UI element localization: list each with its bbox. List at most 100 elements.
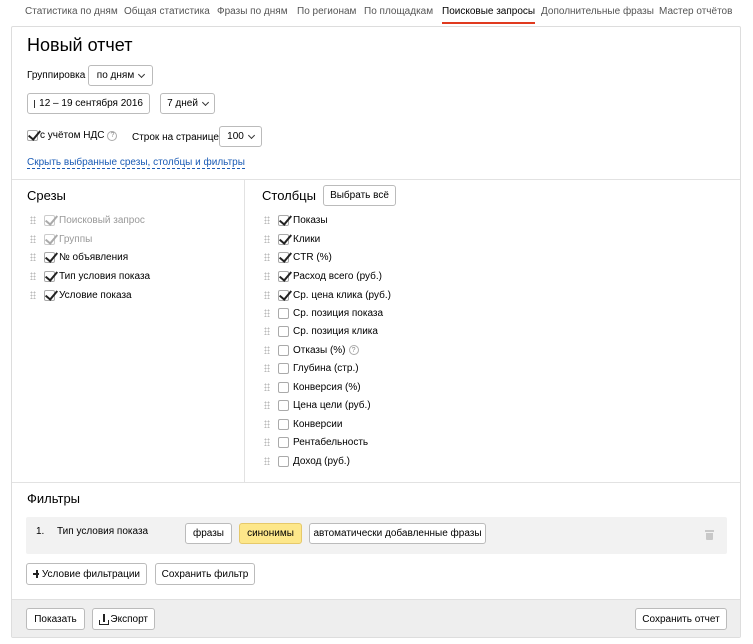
slice-checkbox[interactable]	[44, 270, 55, 282]
rows-per-page-select[interactable]: 100	[219, 126, 262, 147]
period-select[interactable]: 7 дней	[160, 93, 215, 114]
column-checkbox[interactable]	[278, 233, 289, 245]
column-label: Рентабельность	[293, 436, 369, 448]
calendar-icon	[34, 99, 36, 108]
drag-handle-icon[interactable]	[264, 309, 270, 317]
export-button[interactable]: Экспорт	[92, 608, 155, 630]
column-checkbox[interactable]	[278, 270, 289, 282]
filter-row: 1. Тип условия показа фразы синонимы авт…	[26, 517, 727, 554]
column-item[interactable]: Глубина (стр.)	[264, 361, 359, 375]
filter-option-phrases[interactable]: фразы	[185, 523, 232, 544]
column-checkbox[interactable]	[278, 362, 289, 374]
column-item[interactable]: Клики	[264, 232, 320, 246]
save-filter-button[interactable]: Сохранить фильтр	[155, 563, 255, 585]
drag-handle-icon[interactable]	[264, 346, 270, 354]
tab-additional-phrases[interactable]: Дополнительные фразы	[541, 6, 654, 24]
column-item[interactable]: Рентабельность	[264, 435, 368, 449]
drag-handle-icon[interactable]	[264, 235, 270, 243]
column-item[interactable]: CTR (%)	[264, 250, 332, 264]
filters-title: Фильтры	[27, 491, 81, 506]
slice-item[interactable]: Условие показа	[30, 288, 132, 302]
column-item[interactable]: Показы	[264, 213, 328, 227]
drag-handle-icon[interactable]	[264, 327, 270, 335]
vat-option[interactable]: с учётом НДС ?	[27, 130, 118, 141]
grouping-select[interactable]: по дням	[88, 65, 153, 86]
filter-option-auto-phrases[interactable]: автоматически добавленные фразы	[309, 523, 486, 544]
report-tabs: Статистика по дням Общая статистика Фраз…	[0, 0, 753, 26]
vat-checkbox[interactable]	[27, 130, 38, 141]
chevron-down-icon	[201, 98, 209, 106]
column-item[interactable]: Ср. цена клика (руб.)	[264, 288, 391, 302]
column-item[interactable]: Отказы (%)?	[264, 343, 359, 357]
column-checkbox[interactable]	[278, 418, 289, 430]
column-item[interactable]: Конверсии	[264, 417, 342, 431]
select-all-button[interactable]: Выбрать всё	[323, 185, 396, 206]
tab-report-wizard[interactable]: Мастер отчётов	[659, 6, 732, 24]
column-checkbox[interactable]	[278, 381, 289, 393]
tab-search-queries[interactable]: Поисковые запросы	[442, 6, 536, 24]
drag-handle-icon[interactable]	[264, 383, 270, 391]
report-footer: Показать Экспорт Сохранить отчет	[12, 599, 740, 637]
column-checkbox[interactable]	[278, 436, 289, 448]
tab-general-stats[interactable]: Общая статистика	[124, 6, 210, 24]
tab-phrases-by-day[interactable]: Фразы по дням	[217, 6, 288, 24]
column-label: Показы	[293, 214, 328, 226]
date-range-picker[interactable]: 12 – 19 сентября 2016	[27, 93, 150, 114]
tab-by-sites[interactable]: По площадкам	[364, 6, 433, 24]
column-item[interactable]: Доход (руб.)	[264, 454, 350, 468]
column-label: Глубина (стр.)	[293, 362, 359, 374]
trash-icon[interactable]	[705, 530, 714, 540]
column-checkbox[interactable]	[278, 251, 289, 263]
divider	[12, 482, 740, 483]
column-checkbox[interactable]	[278, 344, 289, 356]
drag-handle-icon[interactable]	[30, 253, 36, 261]
drag-handle-icon[interactable]	[264, 216, 270, 224]
slice-item[interactable]: Тип условия показа	[30, 269, 150, 283]
tab-daily-stats[interactable]: Статистика по дням	[25, 6, 118, 24]
column-checkbox[interactable]	[278, 289, 289, 301]
drag-handle-icon[interactable]	[264, 253, 270, 261]
drag-handle-icon[interactable]	[30, 291, 36, 299]
slice-checkbox[interactable]	[44, 289, 55, 301]
save-report-button[interactable]: Сохранить отчет	[635, 608, 727, 630]
slice-checkbox[interactable]	[44, 251, 55, 263]
grouping-label: Группировка	[27, 70, 86, 81]
column-item[interactable]: Ср. позиция показа	[264, 306, 383, 320]
column-checkbox[interactable]	[278, 307, 289, 319]
column-label: Ср. позиция клика	[293, 325, 378, 337]
column-item[interactable]: Цена цели (руб.)	[264, 398, 371, 412]
drag-handle-icon[interactable]	[264, 291, 270, 299]
drag-handle-icon[interactable]	[264, 420, 270, 428]
help-icon[interactable]: ?	[348, 345, 359, 355]
slice-item[interactable]: № объявления	[30, 250, 128, 264]
filter-option-synonyms[interactable]: синонимы	[239, 523, 302, 544]
column-label: Ср. цена клика (руб.)	[293, 289, 391, 301]
column-checkbox[interactable]	[278, 214, 289, 226]
slice-label: Условие показа	[59, 289, 132, 301]
add-filter-condition-button[interactable]: Условие фильтрации	[26, 563, 147, 585]
hide-settings-link[interactable]: Скрыть выбранные срезы, столбцы и фильтр…	[27, 157, 245, 169]
columns-title: Столбцы	[262, 188, 316, 203]
export-label: Экспорт	[110, 613, 148, 625]
drag-handle-icon[interactable]	[264, 364, 270, 372]
column-item[interactable]: Расход всего (руб.)	[264, 269, 382, 283]
column-label: Ср. позиция показа	[293, 307, 384, 319]
drag-handle-icon	[30, 235, 36, 243]
drag-handle-icon[interactable]	[264, 401, 270, 409]
column-label: Расход всего (руб.)	[293, 270, 382, 282]
drag-handle-icon[interactable]	[264, 272, 270, 280]
tab-by-regions[interactable]: По регионам	[297, 6, 356, 24]
column-checkbox[interactable]	[278, 325, 289, 337]
column-item[interactable]: Конверсия (%)	[264, 380, 361, 394]
drag-handle-icon[interactable]	[264, 457, 270, 465]
drag-handle-icon[interactable]	[30, 272, 36, 280]
column-checkbox[interactable]	[278, 455, 289, 467]
help-icon[interactable]: ?	[107, 130, 118, 141]
show-button[interactable]: Показать	[26, 608, 85, 630]
column-checkbox[interactable]	[278, 399, 289, 411]
column-item[interactable]: Ср. позиция клика	[264, 324, 378, 338]
slice-item: Группы	[30, 232, 92, 246]
column-label: Отказы (%)	[293, 344, 346, 356]
drag-handle-icon	[30, 216, 36, 224]
drag-handle-icon[interactable]	[264, 438, 270, 446]
